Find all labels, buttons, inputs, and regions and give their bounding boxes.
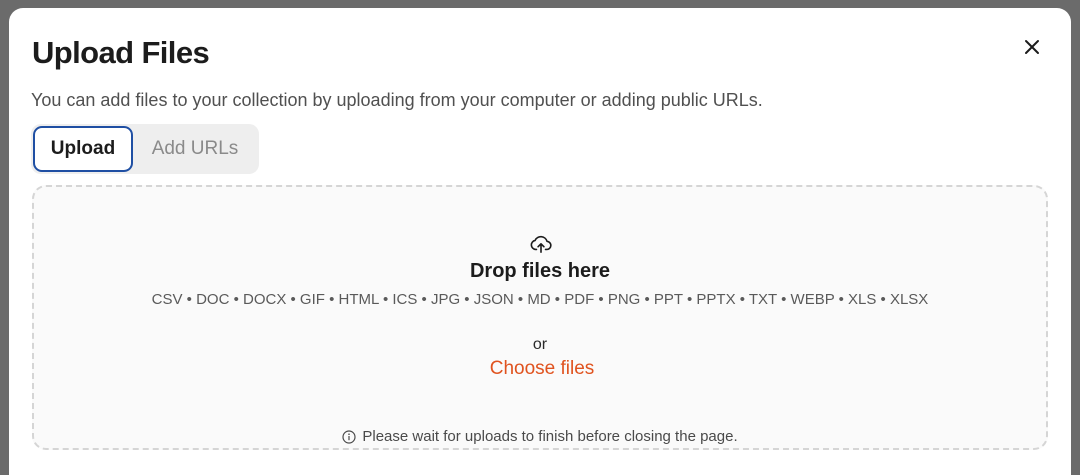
upload-cloud-icon	[530, 235, 552, 253]
close-button[interactable]	[1021, 36, 1043, 58]
file-drop-zone[interactable]: Drop files here CSV • DOC • DOCX • GIF •…	[32, 185, 1048, 450]
info-icon	[342, 429, 356, 444]
upload-notice: Please wait for uploads to finish before…	[34, 428, 1046, 445]
upload-files-dialog: Upload Files You can add files to your c…	[9, 8, 1071, 475]
or-separator: or	[532, 336, 548, 353]
dialog-subtitle: You can add files to your collection by …	[31, 90, 763, 110]
dialog-title: Upload Files	[32, 35, 210, 70]
tab-upload[interactable]: Upload	[33, 126, 133, 172]
supported-formats: CSV • DOC • DOCX • GIF • HTML • ICS • JP…	[151, 291, 929, 308]
choose-files-link[interactable]: Choose files	[464, 358, 620, 380]
tab-add-urls[interactable]: Add URLs	[137, 126, 253, 172]
upload-notice-text: Please wait for uploads to finish before…	[362, 428, 738, 445]
drop-files-title: Drop files here	[469, 260, 611, 282]
close-icon	[1025, 40, 1039, 54]
upload-mode-tabs: Upload Add URLs	[31, 124, 259, 174]
